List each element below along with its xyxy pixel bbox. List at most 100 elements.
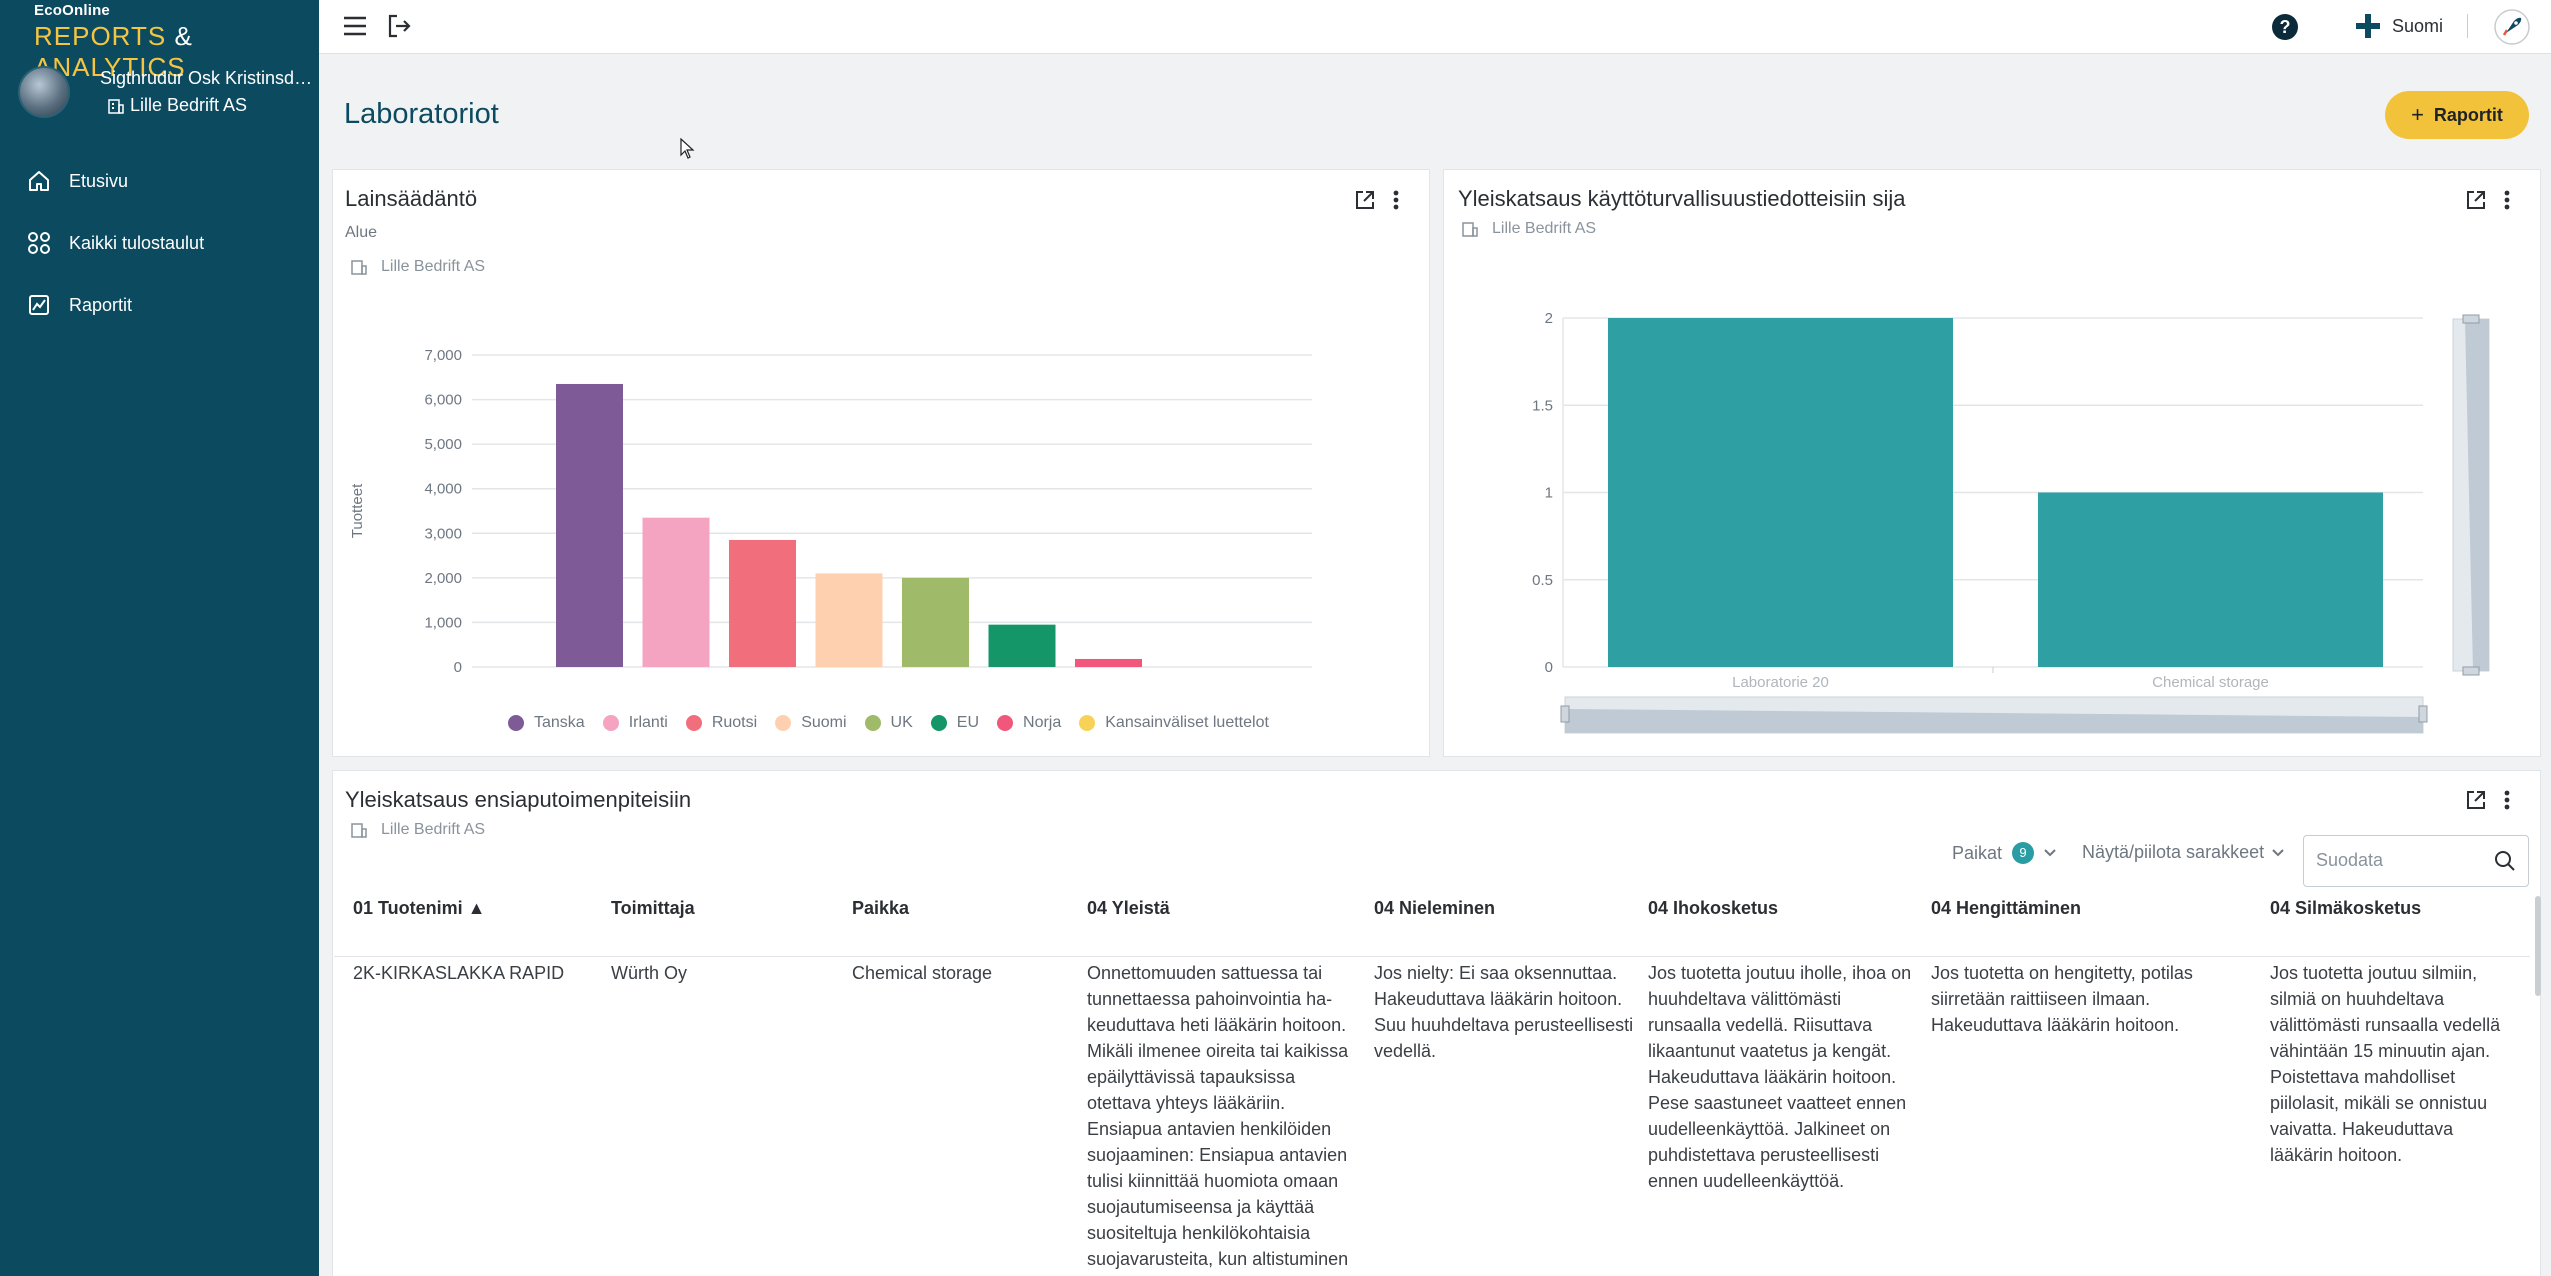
- y-tick-label: 0: [1545, 659, 1553, 676]
- column-header-product-name[interactable]: 01 Tuotenimi ▲: [353, 898, 486, 919]
- cell-line: vedellä.: [1374, 1041, 1437, 1061]
- cell-skin-contact: Jos tuotetta joutuu iholle, ihoa on huuhd…: [1648, 960, 1911, 1194]
- legend-item[interactable]: Tanska: [508, 714, 585, 732]
- bar-uk: [902, 577, 969, 667]
- card-title: Yleiskatsaus ensiaputoimenpiteisiin: [345, 787, 692, 812]
- reports-button-label: Raportit: [2433, 104, 2503, 125]
- cell-inhalation: Jos tuotetta on hengitetty, potilas siirr…: [1931, 960, 2193, 1038]
- sds-location-bar-chart: 0 0.5 1 1.5 2 Laboratorie 20 Chemical storage: [1532, 310, 2490, 734]
- legend-swatch: [685, 715, 702, 731]
- column-header-general[interactable]: 04 Yleistä: [1087, 898, 1170, 919]
- columns-toggle-label: Näytä/piilota sarakkeet: [2082, 842, 2265, 862]
- bar-ruotsi: [729, 539, 796, 667]
- column-header-eye-contact[interactable]: 04 Silmäkosketus: [2270, 898, 2421, 919]
- cell-line: likaantunut vaatetus ja kengät.: [1648, 1041, 1892, 1061]
- legend-item[interactable]: UK: [864, 714, 913, 732]
- sidebar-item-label: Raportit: [69, 294, 133, 315]
- image-chart-icon: [29, 295, 49, 315]
- search-input[interactable]: [2316, 850, 2486, 871]
- svg-text:?: ?: [2280, 17, 2291, 37]
- column-header-place[interactable]: Paikka: [852, 898, 909, 919]
- sidebar-item-label: Kaikki tulostaulut: [69, 232, 205, 253]
- sidebar-item-home[interactable]: Etusivu: [0, 150, 319, 212]
- legend-item[interactable]: Suomi: [775, 714, 847, 732]
- bar-laboratorie-20: [1608, 318, 1953, 667]
- avatar: [18, 66, 70, 118]
- cell-line: Jos tuotetta joutuu silmiin,: [2270, 963, 2478, 983]
- legend-item[interactable]: Norja: [997, 714, 1061, 732]
- top-bar: ? Suomi: [319, 0, 2551, 54]
- language-label: Suomi: [2392, 15, 2444, 36]
- columns-toggle[interactable]: Näytä/piilota sarakkeet: [2082, 842, 2286, 863]
- cell-line: Suu huuhdeltava perusteellisesti: [1374, 1015, 1634, 1035]
- table-scrollbar[interactable]: [2535, 896, 2541, 996]
- sidebar-item-all-dashboards[interactable]: Kaikki tulostaulut: [0, 212, 319, 274]
- legend-label: EU: [956, 714, 980, 731]
- chevron-down-icon: [2272, 848, 2284, 856]
- more-vertical-icon[interactable]: [2502, 788, 2512, 812]
- cell-line: suojavarusteita, kun altistuminen: [1087, 1249, 1349, 1269]
- card-company: Lille Bedrift AS: [351, 821, 485, 839]
- legend-item[interactable]: Irlanti: [602, 714, 668, 732]
- column-header-skin-contact[interactable]: 04 Ihokosketus: [1648, 898, 1778, 919]
- cell-place: Chemical storage: [852, 963, 993, 983]
- search-icon[interactable]: [2494, 850, 2516, 872]
- sidebar-item-label: Etusivu: [69, 170, 129, 191]
- cell-product-name[interactable]: 2K-KIRKASLAKKA RAPID: [353, 960, 564, 986]
- cell-line: piilolasit, mikäli se onnistuu: [2270, 1093, 2488, 1113]
- language-selector[interactable]: Suomi: [2354, 12, 2443, 40]
- cell-general: Onnettomuuden sattuessa tai tunnettaessa …: [1087, 960, 1348, 1272]
- legend-swatch: [930, 715, 947, 731]
- cell-line: silmiä on huuhdeltava: [2270, 989, 2445, 1009]
- logout-icon[interactable]: [385, 12, 413, 40]
- legend-item[interactable]: EU: [930, 714, 980, 732]
- cell-line: otettava yhteys lääkäriin.: [1087, 1093, 1286, 1113]
- divider: [2467, 14, 2468, 38]
- cell-line: lääkärin hoitoon.: [2270, 1145, 2403, 1165]
- open-external-icon[interactable]: [2464, 788, 2488, 812]
- y-tick-label: 2,000: [424, 570, 462, 587]
- page-title: Laboratoriot: [344, 98, 499, 130]
- legend-swatch: [997, 715, 1014, 731]
- bar-norja: [1075, 658, 1142, 667]
- column-header-inhalation[interactable]: 04 Hengittäminen: [1931, 898, 2081, 919]
- column-header-ingestion[interactable]: 04 Nieleminen: [1374, 898, 1495, 919]
- hamburger-menu-icon[interactable]: [341, 12, 369, 40]
- legend-label: Ruotsi: [711, 714, 758, 731]
- cell-ingestion: Jos nielty: Ei saa oksennuttaa. Hakeudutt…: [1374, 960, 1633, 1064]
- column-header-supplier[interactable]: Toimittaja: [611, 898, 695, 919]
- y-tick-label: 4,000: [424, 481, 462, 498]
- cell-line: Jos tuotetta joutuu iholle, ihoa on: [1648, 963, 1912, 983]
- search-field[interactable]: [2303, 835, 2529, 887]
- y-tick-label: 1.5: [1532, 397, 1553, 414]
- user-profile[interactable]: Sigthrudur Osk Kristinsdot... Lille Bedr…: [18, 66, 320, 118]
- cell-line: epäilyttävissä tapauksissa: [1087, 1067, 1296, 1087]
- cell-line: Hakeuduttava lääkärin hoitoon.: [1374, 989, 1623, 1009]
- y-tick-label: 0: [454, 659, 462, 676]
- sidebar-item-reports[interactable]: Raportit: [0, 274, 319, 336]
- brand-small-text: EcoOnline: [34, 2, 110, 19]
- card-actions: [2450, 788, 2512, 812]
- places-filter[interactable]: Paikat 9: [1952, 842, 2058, 864]
- legend-item[interactable]: Ruotsi: [685, 714, 758, 732]
- chevron-down-icon: [2044, 849, 2056, 857]
- y-tick-label: 1: [1545, 485, 1553, 502]
- cell-line: Hakeuduttava lääkärin hoitoon.: [1931, 1015, 2180, 1035]
- reports-button[interactable]: + Raportit: [2385, 91, 2529, 139]
- help-icon[interactable]: ?: [2270, 12, 2300, 42]
- cell-line: Onnettomuuden sattuessa tai: [1087, 963, 1323, 983]
- cell-line: uudelleenkäyttöä. Jalkineet on: [1648, 1119, 1891, 1139]
- cell-line: runsaalla vedellä. Riisuttava: [1648, 1015, 1873, 1035]
- card-company-label: Lille Bedrift AS: [381, 821, 486, 838]
- legend-label: UK: [890, 714, 913, 731]
- legend-item[interactable]: Kansainväliset luettelot: [1079, 714, 1269, 732]
- cell-line: Hakeuduttava lääkärin hoitoon.: [1648, 1067, 1897, 1087]
- cell-line: suojaaminen: Ensiapua antavien: [1087, 1145, 1348, 1165]
- plus-icon: [2356, 14, 2380, 38]
- brand-reports: REPORTS: [34, 21, 167, 51]
- cell-line: puhdistettava perusteellisesti: [1648, 1145, 1880, 1165]
- cell-line: keuduttava heti lääkärin hoitoon.: [1087, 1015, 1347, 1035]
- y-tick-label: 5,000: [424, 436, 462, 453]
- legend-swatch: [775, 715, 792, 731]
- rocket-icon[interactable]: [2493, 8, 2531, 46]
